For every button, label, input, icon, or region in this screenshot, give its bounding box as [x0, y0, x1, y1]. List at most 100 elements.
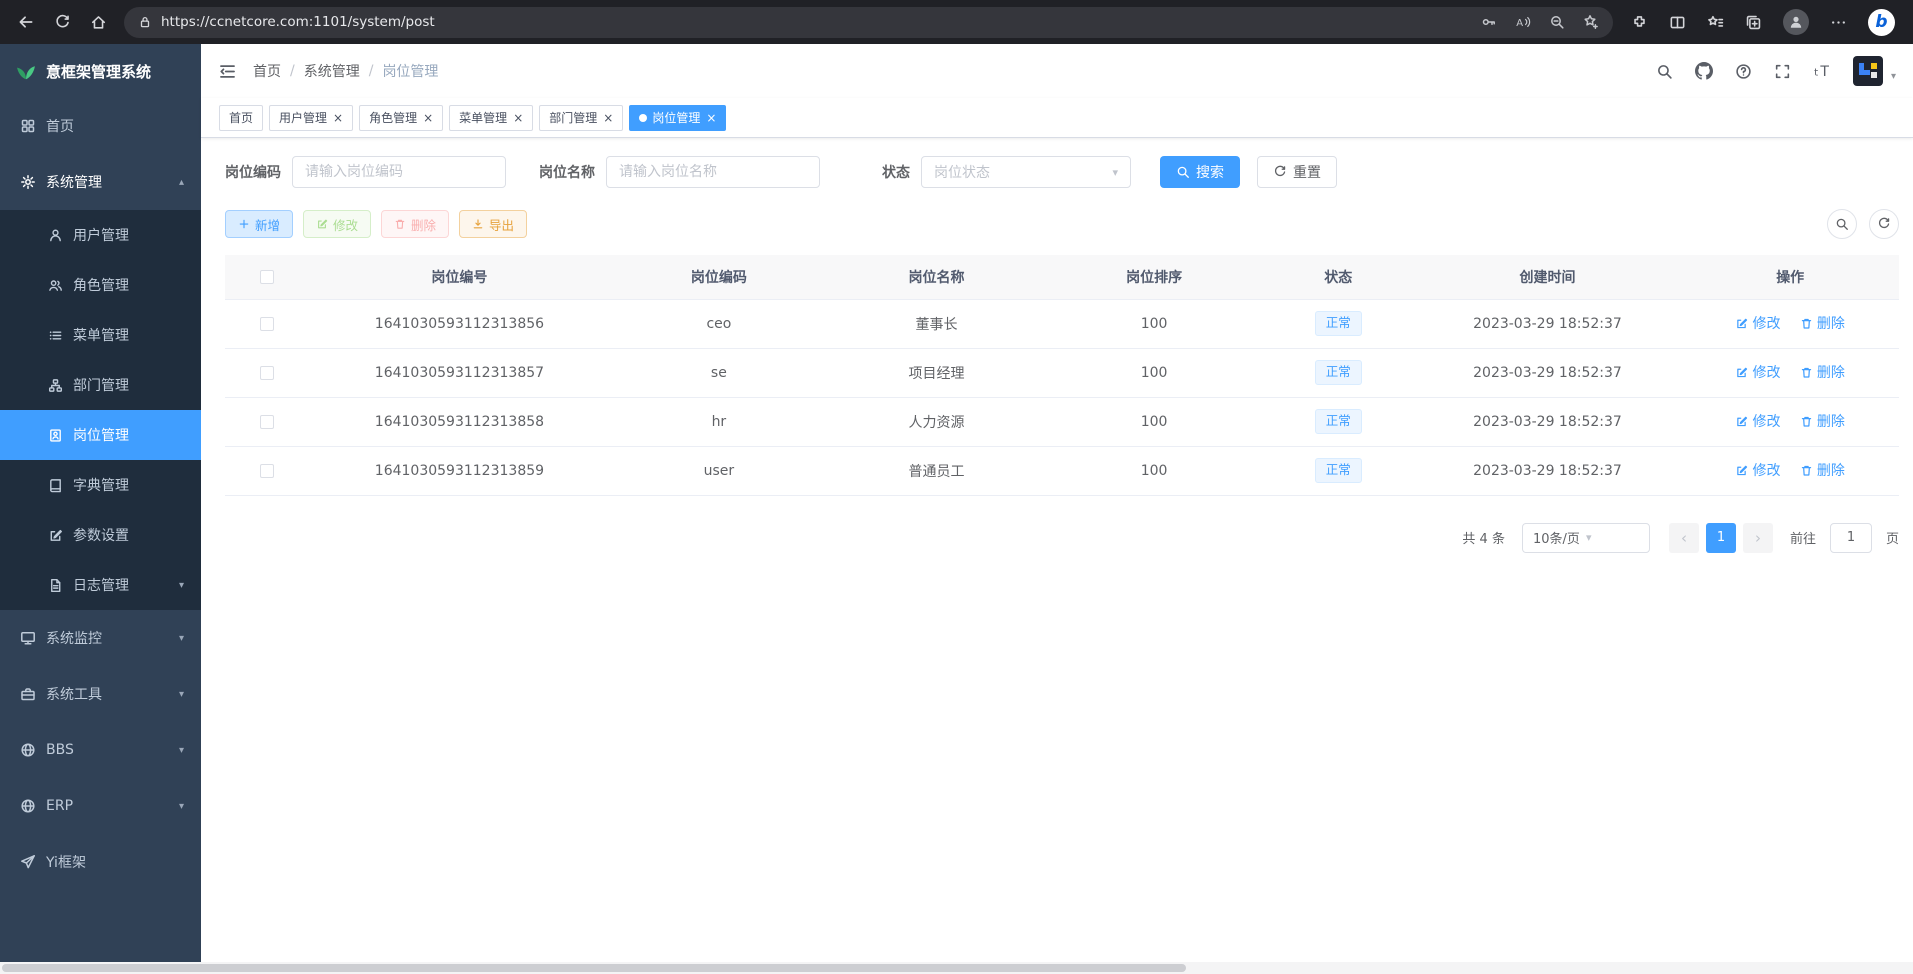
add-button[interactable]: 新增: [225, 210, 293, 238]
tab-post-management[interactable]: 岗位管理 ×: [629, 105, 726, 131]
row-edit-link[interactable]: 修改: [1735, 460, 1780, 480]
status-badge: 正常: [1315, 458, 1362, 482]
row-delete-label: 删除: [1817, 460, 1845, 480]
sidebar-item-role-management[interactable]: 角色管理: [0, 260, 201, 310]
sidebar-item-system-tools[interactable]: 系统工具 ▾: [0, 666, 201, 722]
row-checkbox[interactable]: [260, 317, 274, 331]
breadcrumb-home[interactable]: 首页: [253, 61, 281, 81]
row-edit-link[interactable]: 修改: [1735, 362, 1780, 382]
toolbox-icon: [20, 686, 36, 702]
cell-post-id: 1641030593112313858: [309, 397, 610, 446]
close-tab-icon[interactable]: ×: [603, 112, 613, 124]
password-key-icon[interactable]: [1481, 14, 1497, 30]
zoom-out-icon[interactable]: [1549, 14, 1565, 30]
address-bar[interactable]: https://ccnetcore.com:1101/system/post A: [124, 7, 1613, 38]
split-screen-icon[interactable]: [1669, 14, 1686, 31]
collections-icon[interactable]: [1745, 14, 1762, 31]
row-checkbox[interactable]: [260, 464, 274, 478]
close-tab-icon[interactable]: ×: [333, 112, 343, 124]
row-delete-link[interactable]: 删除: [1800, 362, 1845, 382]
tab-department-management[interactable]: 部门管理 ×: [539, 105, 623, 131]
scrollbar-thumb[interactable]: [2, 964, 1186, 972]
goto-page-input[interactable]: [1830, 523, 1872, 553]
reset-button[interactable]: 重置: [1257, 156, 1337, 188]
row-edit-link[interactable]: 修改: [1735, 411, 1780, 431]
github-link-button[interactable]: [1695, 62, 1713, 80]
next-page-button[interactable]: ›: [1743, 523, 1773, 553]
browser-toolbar: https://ccnetcore.com:1101/system/post A…: [0, 0, 1913, 44]
browser-menu-icon[interactable]: [1830, 14, 1847, 31]
header-search-button[interactable]: [1656, 63, 1673, 80]
search-button-label: 搜索: [1196, 162, 1224, 182]
search-button[interactable]: 搜索: [1160, 156, 1240, 188]
close-tab-icon[interactable]: ×: [423, 112, 433, 124]
current-page-button[interactable]: 1: [1706, 523, 1736, 553]
row-delete-link[interactable]: 删除: [1800, 313, 1845, 333]
font-size-button[interactable]: tT: [1813, 62, 1831, 80]
sidebar-item-dictionary-management[interactable]: 字典管理: [0, 460, 201, 510]
help-button[interactable]: [1735, 63, 1752, 80]
users-icon: [48, 278, 63, 293]
close-tab-icon[interactable]: ×: [706, 112, 716, 124]
edit-icon: [48, 528, 63, 543]
sidebar-item-log-management[interactable]: 日志管理 ▾: [0, 560, 201, 610]
tab-user-management[interactable]: 用户管理 ×: [269, 105, 353, 131]
row-checkbox[interactable]: [260, 415, 274, 429]
sidebar-item-parameter-settings[interactable]: 参数设置: [0, 510, 201, 560]
tab-label: 用户管理: [279, 109, 327, 126]
cell-created-time: 2023-03-29 18:52:37: [1414, 397, 1682, 446]
sidebar-item-system-monitoring[interactable]: 系统监控 ▾: [0, 610, 201, 666]
sidebar-item-home[interactable]: 首页: [0, 98, 201, 154]
prev-page-button[interactable]: ‹: [1669, 523, 1699, 553]
tab-label: 菜单管理: [459, 109, 507, 126]
sidebar-item-system-management[interactable]: 系统管理 ▴: [0, 154, 201, 210]
sidebar-item-label: 字典管理: [73, 475, 129, 495]
breadcrumb-system[interactable]: 系统管理: [304, 61, 360, 81]
sidebar-item-user-management[interactable]: 用户管理: [0, 210, 201, 260]
sidebar-item-bbs[interactable]: BBS ▾: [0, 722, 201, 778]
read-aloud-icon[interactable]: A: [1515, 14, 1531, 30]
pagination-total: 共 4 条: [1462, 528, 1505, 547]
sidebar-item-erp[interactable]: ERP ▾: [0, 778, 201, 834]
bing-copilot-icon[interactable]: b: [1868, 9, 1895, 36]
favorites-hub-icon[interactable]: [1707, 14, 1724, 31]
extensions-icon[interactable]: [1631, 14, 1648, 31]
export-button[interactable]: 导出: [459, 210, 527, 238]
tab-home[interactable]: 首页: [219, 105, 263, 131]
post-code-input[interactable]: [292, 156, 506, 188]
row-delete-label: 删除: [1817, 411, 1845, 431]
sidebar-item-yi-framework[interactable]: Yi框架: [0, 834, 201, 890]
sidebar-item-department-management[interactable]: 部门管理: [0, 360, 201, 410]
add-favorite-star-icon[interactable]: [1583, 14, 1599, 30]
row-delete-link[interactable]: 删除: [1800, 411, 1845, 431]
sidebar: 意框架管理系统 首页 系统管理 ▴ 用户管理 角色管理: [0, 44, 201, 962]
refresh-table-button[interactable]: [1869, 209, 1899, 239]
row-checkbox[interactable]: [260, 366, 274, 380]
row-edit-link[interactable]: 修改: [1735, 313, 1780, 333]
tab-role-management[interactable]: 角色管理 ×: [359, 105, 443, 131]
cell-post-id: 1641030593112313857: [309, 348, 610, 397]
close-tab-icon[interactable]: ×: [513, 112, 523, 124]
search-icon: [1656, 63, 1673, 80]
home-button[interactable]: [80, 5, 116, 39]
toggle-search-button[interactable]: [1827, 209, 1857, 239]
select-all-checkbox[interactable]: [260, 270, 274, 284]
sidebar-fold-button[interactable]: [218, 62, 237, 81]
fullscreen-button[interactable]: [1774, 63, 1791, 80]
post-name-input[interactable]: [606, 156, 820, 188]
post-name-label: 岗位名称: [539, 162, 595, 182]
profile-avatar[interactable]: [1783, 9, 1809, 35]
sidebar-item-label: 岗位管理: [73, 425, 129, 445]
sidebar-item-post-management[interactable]: 岗位管理: [0, 410, 201, 460]
refresh-button[interactable]: [44, 5, 80, 39]
tab-menu-management[interactable]: 菜单管理 ×: [449, 105, 533, 131]
gear-icon: [20, 174, 36, 190]
user-avatar[interactable]: [1853, 56, 1883, 86]
site-info-lock-icon[interactable]: [138, 15, 152, 29]
row-delete-link[interactable]: 删除: [1800, 460, 1845, 480]
back-button[interactable]: [8, 5, 44, 39]
status-select-placeholder: 岗位状态: [934, 162, 1112, 182]
sidebar-item-menu-management[interactable]: 菜单管理: [0, 310, 201, 360]
status-select[interactable]: 岗位状态 ▾: [921, 156, 1131, 188]
page-size-select[interactable]: 10条/页 ▾: [1522, 523, 1650, 553]
